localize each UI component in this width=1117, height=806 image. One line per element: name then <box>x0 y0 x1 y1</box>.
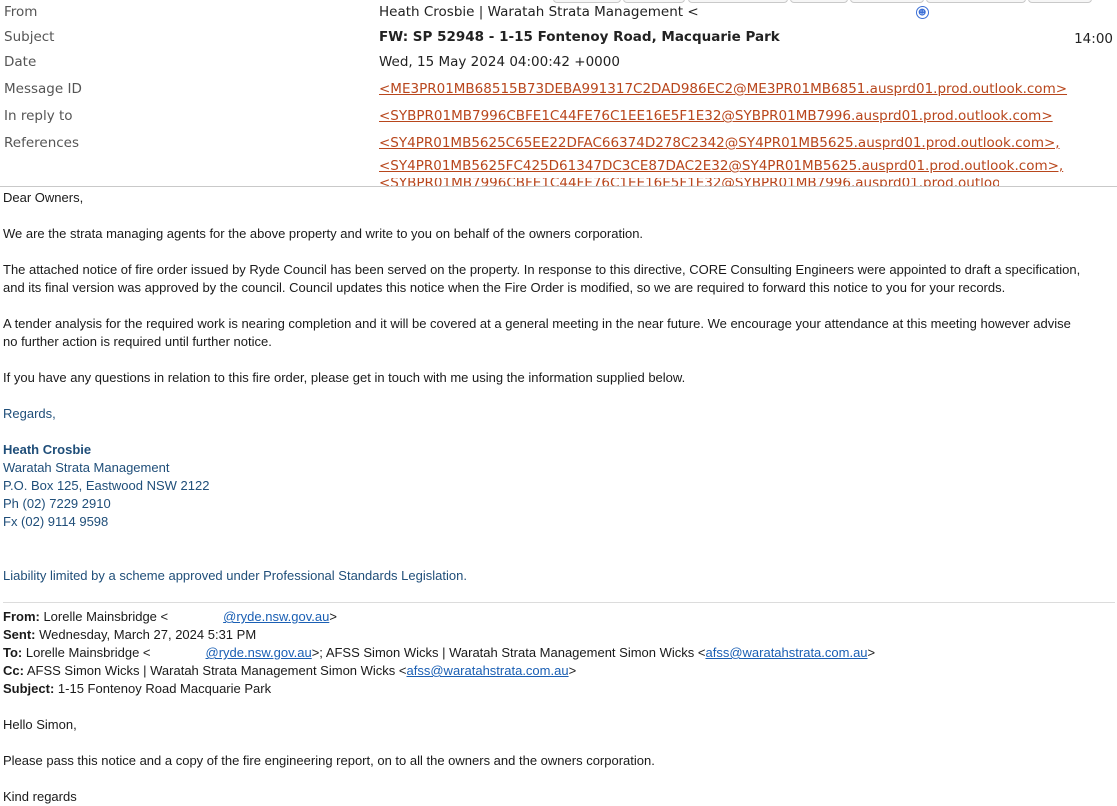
message-id-link[interactable]: <ME3PR01MB68515B73DEBA991317C2DAD986EC2@… <box>379 81 1067 97</box>
toolbar-button-edge[interactable] <box>850 0 924 3</box>
in-reply-to-label: In reply to <box>4 108 73 124</box>
forwarded-cc: Cc: AFSS Simon Wicks | Waratah Strata Ma… <box>3 663 576 678</box>
signature-name: Heath Crosbie <box>3 442 92 457</box>
toolbar-button-edge[interactable] <box>623 0 685 3</box>
date-label: Date <box>4 54 37 70</box>
forwarded-from-email[interactable]: @ryde.nsw.gov.au <box>223 609 329 624</box>
date-value: Wed, 15 May 2024 04:00:42 +0000 <box>379 54 620 70</box>
forwarded-paragraph-1: Please pass this notice and a copy of th… <box>3 753 655 768</box>
forwarded-to-email-2[interactable]: afss@waratahstrata.com.au <box>705 645 867 660</box>
from-label: From <box>4 4 38 20</box>
from-value[interactable]: Heath Crosbie | Waratah Strata Managemen… <box>379 4 929 20</box>
paragraph-3-line-1: A tender analysis for the required work … <box>3 316 1071 331</box>
forwarded-to-label: To: <box>3 645 23 660</box>
signature-fax: Fx (02) 9114 9598 <box>3 514 109 529</box>
forwarded-cc-close: > <box>568 663 577 678</box>
forwarded-cc-email[interactable]: afss@waratahstrata.com.au <box>407 663 569 678</box>
forwarded-cc-name: AFSS Simon Wicks | Waratah Strata Manage… <box>23 663 407 678</box>
toolbar-button-edge[interactable] <box>553 0 621 3</box>
forwarded-to-email[interactable]: @ryde.nsw.gov.au <box>206 645 312 660</box>
regards: Regards, <box>3 406 56 421</box>
forwarded-to-close: > <box>867 645 876 660</box>
reference-link[interactable]: <SY4PR01MB5625C65EE22DFAC66374D278C2342@… <box>379 135 1060 151</box>
paragraph-3-line-2: no further action is required until furt… <box>3 334 272 349</box>
references-label: References <box>4 135 80 151</box>
signature-company: Waratah Strata Management <box>3 460 170 475</box>
forwarded-to-name: Lorelle Mainsbridge < <box>22 645 151 660</box>
contact-icon[interactable]: ☻ <box>915 6 929 19</box>
greeting: Dear Owners, <box>3 190 84 205</box>
forwarded-closing: Kind regards <box>3 789 77 804</box>
paragraph-2-line-2: and its final version was approved by th… <box>3 280 1006 295</box>
forwarded-to-rest: >; AFSS Simon Wicks | Waratah Strata Man… <box>311 645 706 660</box>
signature-phone: Ph (02) 7229 2910 <box>3 496 111 511</box>
forwarded-sent-label: Sent: <box>3 627 36 642</box>
message-time: 14:00 <box>1074 31 1113 47</box>
forwarded-subject-label: Subject: <box>3 681 55 696</box>
toolbar-button-edge[interactable] <box>1028 0 1092 3</box>
paragraph-1: We are the strata managing agents for th… <box>3 226 644 241</box>
from-sender[interactable]: Heath Crosbie | Waratah Strata Managemen… <box>379 4 699 20</box>
reference-link[interactable]: <SY4PR01MB5625FC425D61347DC3CE87DAC2E32@… <box>379 158 1063 174</box>
forwarded-cc-label: Cc: <box>3 663 24 678</box>
divider <box>3 602 1115 603</box>
forwarded-to: To: Lorelle Mainsbridge < @ryde.nsw.gov.a… <box>3 645 875 660</box>
forwarded-from-name: Lorelle Mainsbridge < <box>39 609 169 624</box>
forwarded-subject-value: 1-15 Fontenoy Road Macquarie Park <box>54 681 272 696</box>
paragraph-2-line-1: The attached notice of fire order issued… <box>3 262 1081 277</box>
toolbar-button-edge[interactable] <box>926 0 1026 3</box>
forwarded-sent-value: Wednesday, March 27, 2024 5:31 PM <box>35 627 257 642</box>
message-id-label: Message ID <box>4 81 82 97</box>
signature-address: P.O. Box 125, Eastwood NSW 2122 <box>3 478 210 493</box>
forwarded-from: From: Lorelle Mainsbridge < @ryde.nsw.gov… <box>3 609 337 624</box>
reference-link-clipped[interactable]: <SYBPR01MB7996CBFE1C44FE76C1EE16E5F1E32@… <box>379 178 999 186</box>
subject-value: FW: SP 52948 - 1-15 Fontenoy Road, Macqu… <box>379 29 780 45</box>
forwarded-from-label: From: <box>3 609 40 624</box>
toolbar-button-edge[interactable] <box>688 0 788 3</box>
forwarded-sent: Sent: Wednesday, March 27, 2024 5:31 PM <box>3 627 256 642</box>
toolbar-button-edge[interactable] <box>790 0 848 3</box>
forwarded-hello: Hello Simon, <box>3 717 77 732</box>
forwarded-from-close: > <box>329 609 337 624</box>
paragraph-4: If you have any questions in relation to… <box>3 370 686 385</box>
liability-notice: Liability limited by a scheme approved u… <box>3 568 467 583</box>
message-header: From Heath Crosbie | Waratah Strata Mana… <box>0 0 1117 187</box>
forwarded-subject: Subject: 1-15 Fontenoy Road Macquarie Pa… <box>3 681 271 696</box>
subject-label: Subject <box>4 29 55 45</box>
in-reply-to-link[interactable]: <SYBPR01MB7996CBFE1C44FE76C1EE16E5F1E32@… <box>379 108 1053 124</box>
